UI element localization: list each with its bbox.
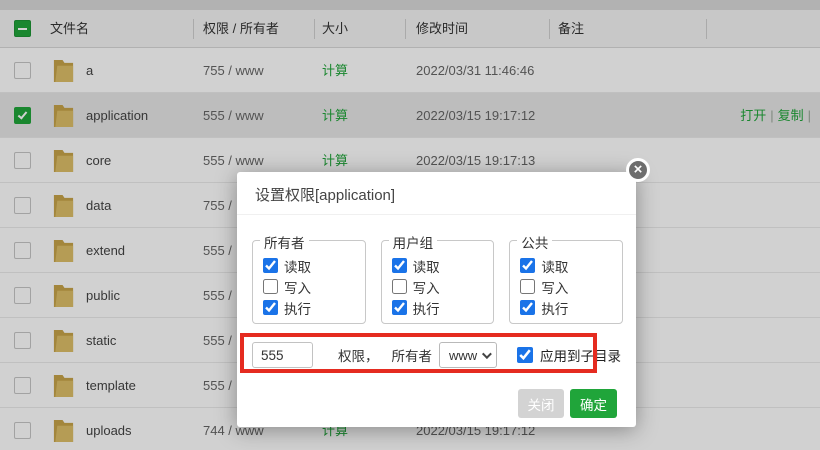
perm-option[interactable]: 写入 <box>263 276 365 297</box>
perm-option[interactable]: 读取 <box>392 255 494 276</box>
perm-option-label: 读取 <box>541 256 568 276</box>
perm-option[interactable]: 执行 <box>263 297 365 318</box>
permission-groups: 所有者 读取写入执行 用户组 读取写入执行 公共 读取写入执行 <box>252 240 623 324</box>
dialog-title: 设置权限[application] <box>255 184 395 205</box>
set-permission-dialog: × 设置权限[application] 所有者 读取写入执行 用户组 读取写入执… <box>237 172 636 427</box>
file-manager-screen: 文件名 权限 / 所有者 大小 修改时间 备注 a 755 / www 计算 2… <box>0 0 820 450</box>
permission-group: 所有者 读取写入执行 <box>252 240 366 324</box>
group-label: 所有者 <box>260 232 309 252</box>
owner-select-value: www <box>449 348 477 363</box>
permission-group: 用户组 读取写入执行 <box>381 240 495 324</box>
perm-option[interactable]: 读取 <box>520 255 622 276</box>
permission-label: 权限， <box>338 345 379 365</box>
perm-option-checkbox[interactable] <box>392 300 407 315</box>
perm-option-label: 执行 <box>541 298 568 318</box>
perm-option-checkbox[interactable] <box>520 279 535 294</box>
perm-option[interactable]: 执行 <box>392 297 494 318</box>
perm-option-label: 写入 <box>413 277 440 297</box>
group-label: 公共 <box>517 232 552 252</box>
perm-option-checkbox[interactable] <box>392 279 407 294</box>
apply-to-subdir-checkbox[interactable] <box>517 347 533 363</box>
perm-option-label: 读取 <box>413 256 440 276</box>
perm-option-label: 写入 <box>541 277 568 297</box>
title-divider <box>237 214 636 215</box>
perm-option-checkbox[interactable] <box>392 258 407 273</box>
confirm-button[interactable]: 确定 <box>570 389 617 418</box>
apply-to-subdir-label: 应用到子目录 <box>540 345 621 365</box>
perm-option[interactable]: 写入 <box>520 276 622 297</box>
owner-label: 所有者 <box>392 345 433 365</box>
close-button[interactable]: 关闭 <box>518 389 564 418</box>
perm-option-checkbox[interactable] <box>263 300 278 315</box>
perm-option-label: 读取 <box>284 256 311 276</box>
chevron-down-icon <box>482 349 492 359</box>
perm-option-checkbox[interactable] <box>263 279 278 294</box>
owner-select[interactable]: www <box>439 342 497 368</box>
perm-option-checkbox[interactable] <box>263 258 278 273</box>
close-icon[interactable]: × <box>626 158 650 182</box>
group-label: 用户组 <box>389 232 438 252</box>
permission-value-row: 权限， 所有者 www 应用到子目录 <box>252 341 623 369</box>
perm-option-label: 执行 <box>413 298 440 318</box>
perm-option[interactable]: 执行 <box>520 297 622 318</box>
perm-option-checkbox[interactable] <box>520 300 535 315</box>
perm-option[interactable]: 写入 <box>392 276 494 297</box>
permission-group: 公共 读取写入执行 <box>509 240 623 324</box>
apply-to-subdir-option[interactable]: 应用到子目录 <box>517 345 621 365</box>
perm-option-label: 执行 <box>284 298 311 318</box>
perm-option[interactable]: 读取 <box>263 255 365 276</box>
perm-option-checkbox[interactable] <box>520 258 535 273</box>
permission-value-input[interactable] <box>252 342 313 368</box>
perm-option-label: 写入 <box>284 277 311 297</box>
